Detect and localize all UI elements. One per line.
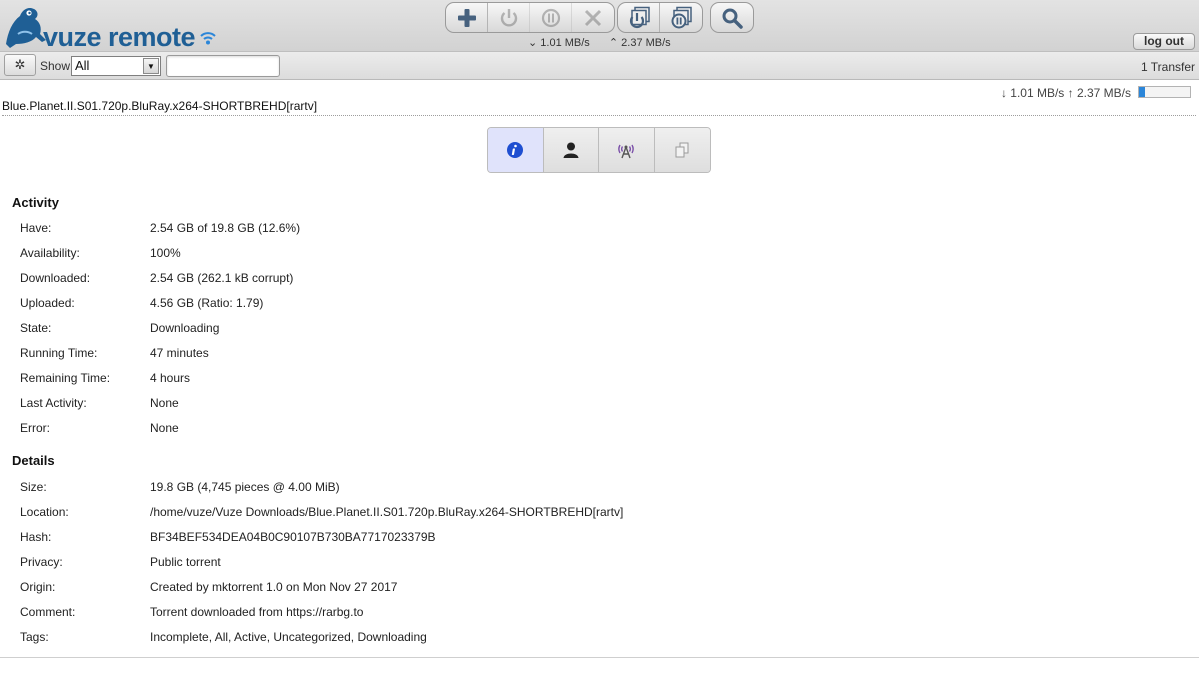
tab-peers[interactable]	[543, 128, 599, 172]
activity-value-have: 2.54 GB of 19.8 GB (12.6%)	[150, 221, 301, 235]
power-icon	[500, 8, 517, 27]
progress-fill	[1139, 87, 1146, 97]
show-filter-select[interactable]: All ▼	[71, 56, 161, 76]
bottom-divider	[0, 657, 1199, 658]
info-icon	[507, 142, 524, 158]
details-value-comment: Torrent downloaded from https://rarbg.to	[150, 605, 364, 619]
person-icon	[563, 142, 579, 158]
detail-tabs	[487, 127, 711, 173]
details-value-privacy: Public torrent	[150, 555, 221, 569]
app-header: vuze remote ⌄ 1.01 MB/s ⌃ 2.37 MB/s log …	[0, 0, 1199, 52]
magnifier-icon	[722, 8, 743, 29]
details-value-location: /home/vuze/Vuze Downloads/Blue.Planet.II…	[150, 505, 624, 519]
upload-speed: ⌃ 2.37 MB/s	[608, 37, 671, 49]
filter-bar: ✲ Show All ▼ 1 Transfer	[0, 52, 1199, 80]
x-icon	[584, 9, 602, 26]
details-label-size: Size:	[20, 480, 47, 494]
details-label-privacy: Privacy:	[20, 555, 63, 569]
details-label-origin: Origin:	[20, 580, 56, 594]
activity-value-running-time: 47 minutes	[150, 346, 209, 360]
torrent-progress-bar	[1138, 86, 1191, 98]
details-value-hash: BF34BEF534DEA04B0C90107B730BA7717023379B	[150, 530, 436, 544]
details-heading: Details	[12, 453, 55, 468]
power-all-icon	[629, 6, 650, 28]
search-toolbar	[710, 2, 754, 33]
pause-all-icon	[671, 6, 692, 28]
activity-label-downloaded: Downloaded:	[20, 271, 91, 285]
download-speed-value: 1.01 MB/s	[540, 37, 590, 49]
tab-files[interactable]	[654, 128, 710, 172]
start-all-button[interactable]	[618, 3, 660, 32]
chevron-down-icon: ▼	[143, 58, 159, 74]
details-label-tags: Tags:	[20, 630, 49, 644]
tab-trackers[interactable]	[599, 128, 655, 172]
activity-label-last-activity: Last Activity:	[20, 396, 87, 410]
torrent-name: Blue.Planet.II.S01.720p.BluRay.x264-SHOR…	[2, 99, 1196, 116]
show-label: Show	[40, 59, 71, 73]
pause-icon	[541, 8, 560, 27]
remove-button[interactable]	[572, 3, 614, 32]
activity-label-uploaded: Uploaded:	[20, 296, 75, 310]
frog-logo-icon	[6, 7, 46, 48]
torrent-rates: ↓ 1.01 MB/s ↑ 2.37 MB/s	[1000, 86, 1131, 100]
global-speed-summary: ⌄ 1.01 MB/s ⌃ 2.37 MB/s	[528, 36, 687, 49]
search-button[interactable]	[711, 3, 753, 32]
files-icon	[675, 142, 689, 158]
logo-text: vuze remote	[43, 22, 196, 52]
bulk-actions-toolbar	[617, 2, 703, 33]
activity-heading: Activity	[12, 195, 59, 210]
settings-button[interactable]: ✲	[4, 54, 36, 76]
antenna-icon	[618, 144, 635, 159]
activity-value-availability: 100%	[150, 246, 181, 260]
details-value-tags: Incomplete, All, Active, Uncategorized, …	[150, 630, 427, 644]
activity-value-remaining-time: 4 hours	[150, 371, 191, 385]
activity-label-remaining-time: Remaining Time:	[20, 371, 111, 385]
details-value-origin: Created by mktorrent 1.0 on Mon Nov 27 2…	[150, 580, 398, 594]
transfer-count: 1 Transfer	[1140, 60, 1195, 74]
activity-value-state: Downloading	[150, 321, 220, 335]
start-button[interactable]	[488, 3, 530, 32]
add-torrent-button[interactable]	[446, 3, 488, 32]
upload-speed-value: 2.37 MB/s	[621, 37, 671, 49]
pause-all-button[interactable]	[660, 3, 702, 32]
logout-button[interactable]: log out	[1133, 33, 1195, 50]
activity-label-running-time: Running Time:	[20, 346, 98, 360]
activity-value-uploaded: 4.56 GB (Ratio: 1.79)	[150, 296, 264, 310]
torrent-actions-toolbar	[445, 2, 615, 33]
vuze-remote-logo: vuze remote	[2, 4, 222, 52]
pause-button[interactable]	[530, 3, 572, 32]
activity-value-last-activity: None	[150, 396, 179, 410]
details-label-comment: Comment:	[20, 605, 76, 619]
activity-label-state: State:	[20, 321, 52, 335]
plus-icon	[457, 8, 476, 27]
download-speed: ⌄ 1.01 MB/s	[528, 37, 590, 49]
activity-label-availability: Availability:	[20, 246, 80, 260]
details-label-hash: Hash:	[20, 530, 52, 544]
activity-label-error: Error:	[20, 421, 50, 435]
wifi-icon	[200, 32, 216, 45]
tab-info[interactable]	[488, 128, 544, 172]
filter-text-input[interactable]	[166, 55, 280, 77]
details-value-size: 19.8 GB (4,745 pieces @ 4.00 MiB)	[150, 480, 340, 494]
show-filter-value: All	[75, 58, 90, 73]
gear-icon: ✲	[14, 57, 26, 72]
activity-value-downloaded: 2.54 GB (262.1 kB corrupt)	[150, 271, 294, 285]
activity-label-have: Have:	[20, 221, 52, 235]
activity-value-error: None	[150, 421, 179, 435]
details-label-location: Location:	[20, 505, 69, 519]
